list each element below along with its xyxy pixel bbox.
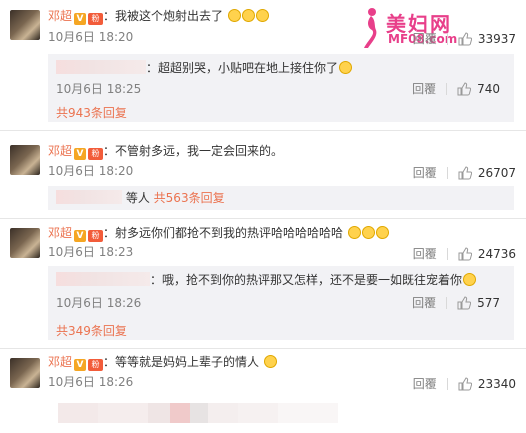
avatar[interactable] xyxy=(10,145,40,175)
fan-badge-icon: 粉 xyxy=(88,230,104,242)
like-count: 740 xyxy=(477,81,500,96)
avatar[interactable] xyxy=(10,358,40,388)
comment-text: ：我被这个炮射出去了 xyxy=(103,9,224,23)
reply-box: ：哦，抢不到你的热评那又怎样，还不是要一如既往宠着你 10月6日 18:26 回… xyxy=(48,266,514,340)
reply-summary-suffix: 等人 xyxy=(125,191,150,205)
reply-box: ：超超别哭，小贴吧在地上接住你了 10月6日 18:25 回覆 740 共943… xyxy=(48,54,514,122)
like-button[interactable]: 740 xyxy=(457,82,500,96)
avatar[interactable] xyxy=(10,228,40,258)
crying-emoji-icon xyxy=(227,9,241,22)
divider xyxy=(446,82,448,95)
comment-divider xyxy=(0,130,526,131)
fan-badge-icon: 粉 xyxy=(88,13,104,25)
fan-badge-icon: 粉 xyxy=(88,359,104,371)
comment-time: 10月6日 18:20 xyxy=(48,30,134,44)
comment-time: 10月6日 18:20 xyxy=(48,164,134,178)
comment-line: 邓超 V 粉：射多远你们都抢不到我的热评哈哈哈哈哈哈 xyxy=(48,225,389,242)
thumbs-up-icon xyxy=(457,295,472,309)
crying-emoji-icon xyxy=(241,9,255,22)
like-button[interactable]: 577 xyxy=(457,296,500,310)
comment-time: 10月6日 18:23 xyxy=(48,245,134,259)
comment-time: 10月6日 18:26 xyxy=(48,375,134,389)
reply-button[interactable]: 回覆 xyxy=(413,375,437,392)
comment-actions: 回覆 26707 xyxy=(413,164,516,181)
thumbs-up-icon xyxy=(458,376,472,390)
more-replies-link[interactable]: 共943条回复 xyxy=(56,104,127,121)
thumbs-up-icon xyxy=(457,81,472,95)
comment-line: 邓超 V 粉：等等就是妈妈上辈子的情人 xyxy=(48,354,277,371)
reply-summary-box: 等人 共563条回复 xyxy=(48,186,514,210)
divider xyxy=(446,296,448,309)
reply-time: 10月6日 18:26 xyxy=(56,296,142,310)
like-count: 33937 xyxy=(477,31,516,46)
smile-emoji-icon xyxy=(361,226,375,239)
comment-actions: 回覆 23340 xyxy=(413,375,516,392)
reply-summary-line: 等人 共563条回复 xyxy=(56,190,225,206)
reply-actions: 回覆 740 xyxy=(412,80,500,97)
thumbs-up-icon xyxy=(458,246,472,260)
crying-emoji-icon xyxy=(255,9,269,22)
reply-button[interactable]: 回覆 xyxy=(412,80,436,97)
reply-button[interactable]: 回覆 xyxy=(413,164,437,181)
blurred-username xyxy=(56,60,146,74)
comment-text: ：射多远你们都抢不到我的热评哈哈哈哈哈哈 xyxy=(103,226,344,240)
reply-button[interactable]: 回覆 xyxy=(412,294,436,311)
reply-line: ：哦，抢不到你的热评那又怎样，还不是要一如既往宠着你 xyxy=(56,272,477,288)
verified-badge-icon: V xyxy=(74,230,87,242)
divider xyxy=(446,32,448,45)
reply-time: 10月6日 18:25 xyxy=(56,82,142,96)
avatar[interactable] xyxy=(10,10,40,40)
like-count: 23340 xyxy=(477,376,516,391)
reply-button[interactable]: 回覆 xyxy=(413,30,437,47)
like-button[interactable]: 23340 xyxy=(458,377,516,391)
smile-emoji-icon xyxy=(263,355,277,368)
smile-emoji-icon xyxy=(339,61,353,74)
smile-emoji-icon xyxy=(347,226,361,239)
comment-divider xyxy=(0,348,526,349)
comment-text: ：不管射多远，我一定会回来的。 xyxy=(103,144,284,158)
fan-badge-icon: 粉 xyxy=(88,148,104,160)
comment-actions: 回覆 24736 xyxy=(413,245,516,262)
smile-emoji-icon xyxy=(463,273,477,286)
reply-text: ：超超别哭，小贴吧在地上接住你了 xyxy=(146,61,339,75)
divider xyxy=(446,166,448,179)
divider xyxy=(446,247,448,260)
like-button[interactable]: 33937 xyxy=(458,32,516,46)
verified-badge-icon: V xyxy=(74,13,87,25)
like-button[interactable]: 24736 xyxy=(458,247,516,261)
comment-line: 邓超 V 粉：不管射多远，我一定会回来的。 xyxy=(48,143,283,160)
blurred-username xyxy=(56,272,150,286)
comment-divider xyxy=(0,218,526,219)
like-count: 26707 xyxy=(477,165,516,180)
verified-badge-icon: V xyxy=(74,148,87,160)
like-button[interactable]: 26707 xyxy=(458,166,516,180)
username-link[interactable]: 邓超 xyxy=(48,9,72,23)
comment-line: 邓超 V 粉：我被这个炮射出去了 xyxy=(48,8,269,25)
smile-emoji-icon xyxy=(375,226,389,239)
comment-actions: 回覆 33937 xyxy=(413,30,516,47)
more-replies-link[interactable]: 共349条回复 xyxy=(56,322,127,339)
reply-button[interactable]: 回覆 xyxy=(413,245,437,262)
more-replies-link[interactable]: 共563条回复 xyxy=(154,191,225,205)
username-link[interactable]: 邓超 xyxy=(48,144,72,158)
like-count: 24736 xyxy=(477,246,516,261)
reply-actions: 回覆 577 xyxy=(412,294,500,311)
like-count: 577 xyxy=(477,295,500,310)
username-link[interactable]: 邓超 xyxy=(48,355,72,369)
thumbs-up-icon xyxy=(458,165,472,179)
blurred-reply-preview xyxy=(58,403,338,423)
verified-badge-icon: V xyxy=(74,359,87,371)
thumbs-up-icon xyxy=(458,31,472,45)
comment-text: ：等等就是妈妈上辈子的情人 xyxy=(103,355,260,369)
reply-line: ：超超别哭，小贴吧在地上接住你了 xyxy=(56,60,353,76)
reply-text: ：哦，抢不到你的热评那又怎样，还不是要一如既往宠着你 xyxy=(150,273,463,287)
username-link[interactable]: 邓超 xyxy=(48,226,72,240)
blurred-username xyxy=(56,190,122,204)
woman-silhouette-icon xyxy=(364,8,377,48)
divider xyxy=(446,377,448,390)
